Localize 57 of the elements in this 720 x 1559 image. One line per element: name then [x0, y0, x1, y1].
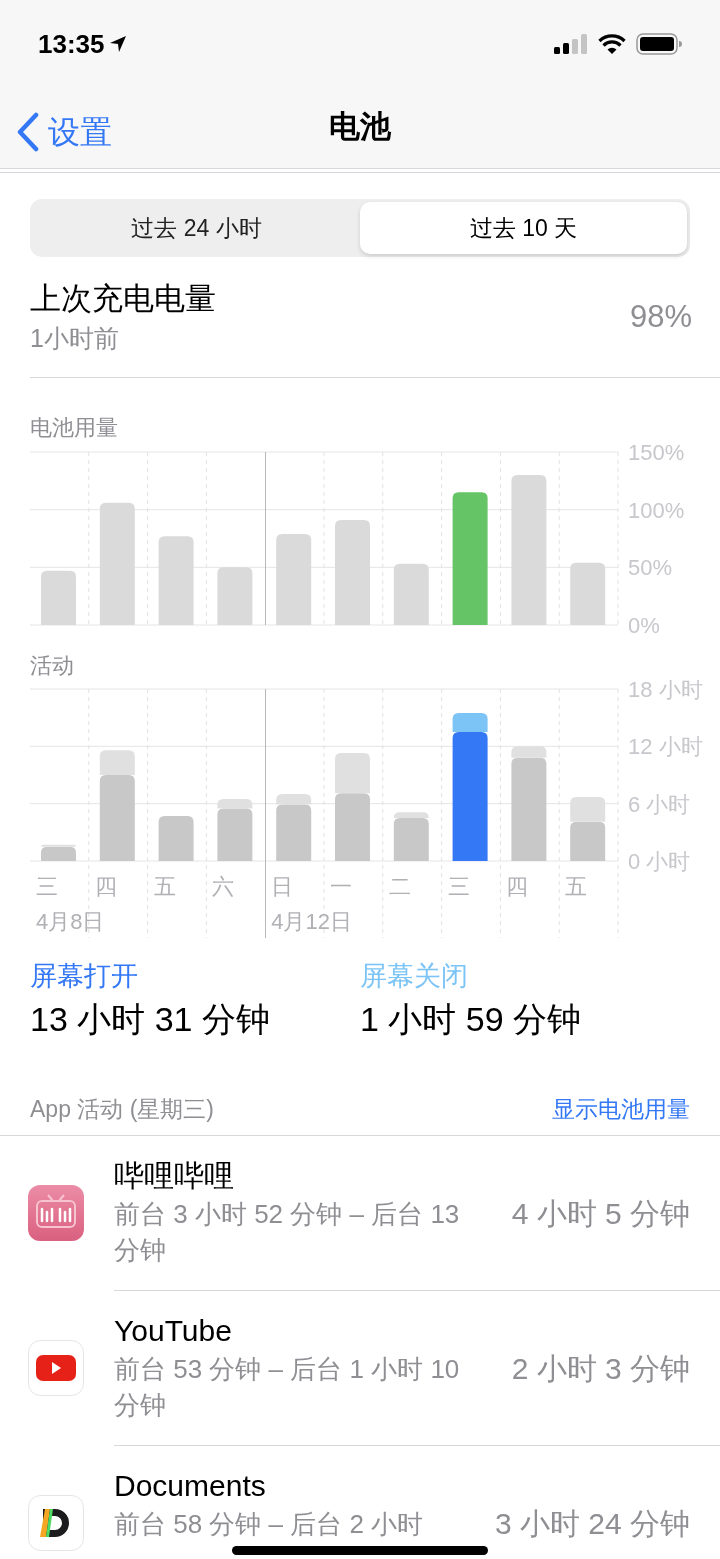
screen-time-label: 屏幕关闭 — [360, 960, 469, 993]
axis-label: 三 — [447, 874, 470, 899]
axis-label: 六 — [212, 874, 235, 899]
wifi-icon — [598, 34, 626, 54]
chevron-left-icon — [16, 112, 40, 152]
last-charge-title: 上次充电电量 — [30, 280, 216, 318]
bar — [217, 567, 253, 625]
segment-tab[interactable]: 过去 10 天 — [360, 202, 687, 254]
signal-icon — [554, 34, 588, 54]
app-name: 哔哩哔哩 — [114, 1157, 235, 1194]
show-battery-link[interactable]: 显示电池用量 — [552, 1092, 690, 1127]
date-label: 4月12日 — [271, 909, 352, 934]
axis-label: 0 小时 — [628, 849, 691, 874]
axis-label: 日 — [271, 874, 294, 899]
charge-level: 98% — [629, 297, 692, 336]
app-usage-detail: 前台 3 小时 52 分钟 – 后台 13 分钟 — [114, 1197, 461, 1267]
app-total-time: 2 小时 3 分钟 — [511, 1350, 690, 1387]
axis-label: 四 — [94, 874, 117, 899]
screen-time-value: 1 小时 59 分钟 — [360, 999, 583, 1040]
screen-time-value: 13 小时 31 分钟 — [30, 999, 271, 1040]
app-usage-detail: 前台 53 分钟 – 后台 1 小时 10 分钟 — [114, 1352, 461, 1422]
bar — [41, 570, 76, 625]
axis-label: 三 — [36, 874, 58, 899]
axis-label: 12 小时 — [628, 734, 703, 760]
back-button[interactable]: 设置 — [16, 108, 112, 156]
axis-label: 四 — [506, 874, 529, 899]
status-time: 13:35 — [38, 27, 105, 61]
date-label: 4月8日 — [36, 909, 105, 934]
last-charge-time: 1小时前 — [30, 323, 120, 354]
axis-label: 五 — [153, 874, 176, 899]
page-title: 电池 — [329, 107, 391, 146]
chart-title: 电池用量 — [29, 414, 119, 442]
axis-label: 6 小时 — [628, 791, 691, 817]
axis-label: 五 — [565, 874, 588, 899]
chart-title: 活动 — [29, 652, 75, 680]
axis-label: 50% — [628, 555, 673, 581]
letter-app-icon — [28, 1495, 84, 1551]
bar — [393, 563, 429, 625]
play-app-icon — [28, 1340, 84, 1396]
location-icon — [108, 35, 127, 53]
bar — [570, 562, 606, 625]
segment-tab[interactable]: 过去 24 小时 — [33, 202, 360, 254]
app-total-time: 4 小时 5 分钟 — [511, 1195, 690, 1232]
app-usage-detail: 前台 58 分钟 – 后台 2 小时 — [114, 1507, 425, 1541]
section-header: App 活动 (星期三) — [30, 1095, 215, 1124]
axis-label: 0% — [628, 613, 660, 634]
screen-time-label: 屏幕打开 — [30, 960, 139, 993]
battery-icon — [636, 33, 682, 55]
axis-label: 二 — [388, 874, 411, 899]
app-name: Documents — [114, 1467, 267, 1504]
axis-label: 100% — [628, 497, 685, 523]
app-name: YouTube — [114, 1312, 233, 1349]
app-total-time: 3 小时 24 分钟 — [494, 1505, 690, 1542]
axis-label: 150% — [628, 442, 685, 465]
axis-label: 一 — [330, 874, 352, 899]
bar — [158, 816, 194, 861]
tv-app-icon — [28, 1185, 84, 1241]
